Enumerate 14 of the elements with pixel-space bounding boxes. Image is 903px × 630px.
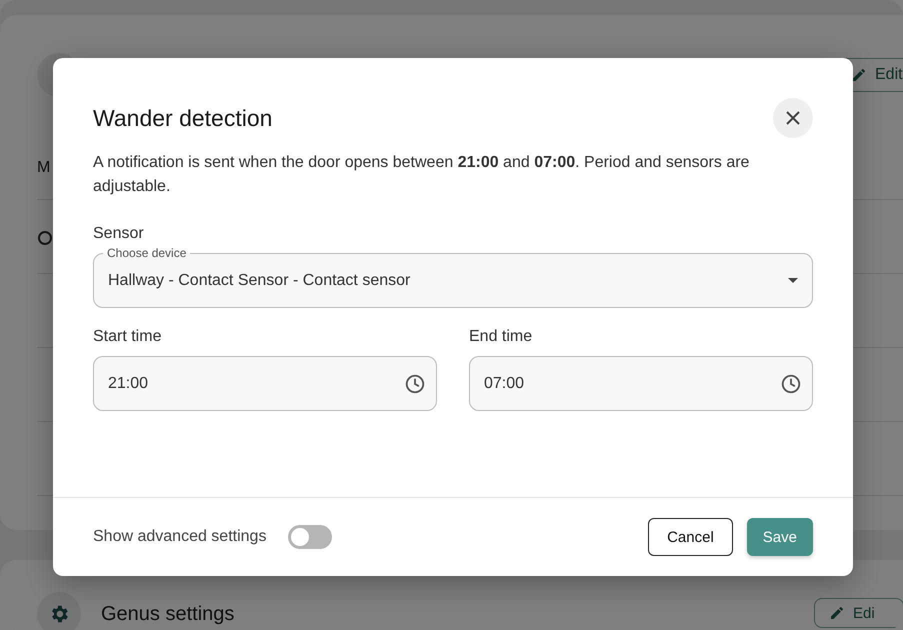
time-field[interactable]: 21:00: [93, 356, 437, 411]
edit-button[interactable]: Edi: [814, 598, 903, 628]
floating-label: Choose device: [103, 246, 190, 260]
toggle-label: Show advanced settings: [93, 528, 266, 546]
row-label: M: [37, 159, 50, 177]
dialog-title: Wander detection: [93, 104, 272, 132]
section-title: Genus settings: [101, 603, 234, 625]
description-text: A notification is sent when the door opens between 21:00 and 07:00. Period and sensors are adjustable.: [93, 153, 750, 197]
field-label: Start time: [93, 328, 162, 346]
save-button[interactable]: Save: [746, 518, 813, 556]
time-field[interactable]: 07:00: [469, 356, 813, 411]
field-label: End time: [469, 328, 532, 346]
field-label: Sensor: [93, 225, 144, 243]
cancel-button[interactable]: Cancel: [648, 518, 733, 556]
